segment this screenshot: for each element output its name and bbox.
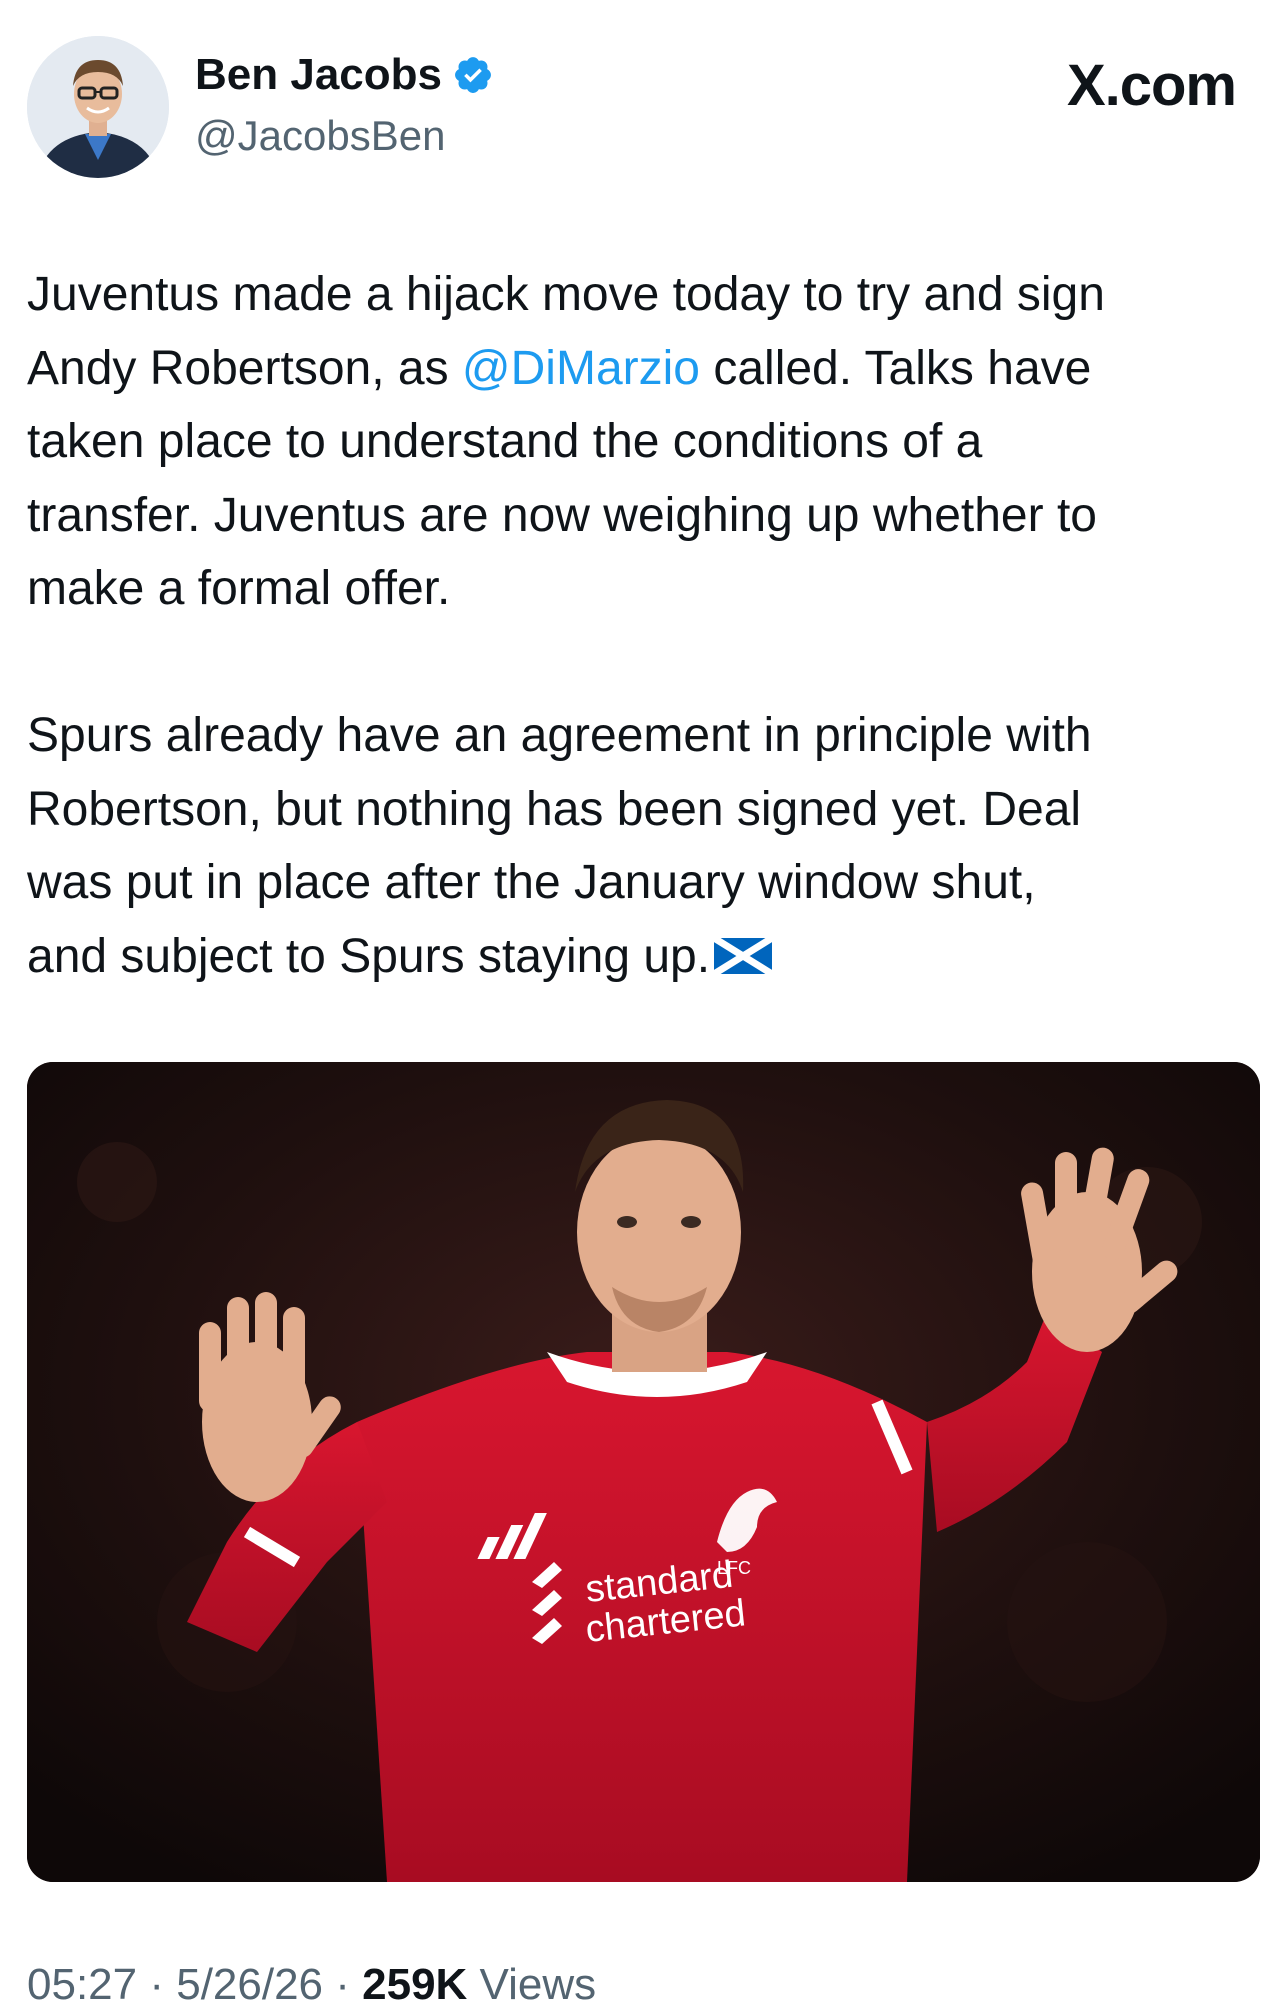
meta-separator: · xyxy=(323,1960,363,2009)
meta-separator: · xyxy=(137,1960,177,2009)
tweet-line: Andy Robertson, as @DiMarzio called. Tal… xyxy=(27,332,1267,406)
tweet-line-prefix: Andy Robertson, as xyxy=(27,341,462,395)
tweet-time[interactable]: 05:27 xyxy=(27,1960,137,2009)
player-photo: LFC standard chartered xyxy=(27,1062,1260,1882)
tweet-media-photo[interactable]: LFC standard chartered xyxy=(27,1062,1260,1882)
tweet-meta: 05:27 · 5/26/26 · 259K Views xyxy=(27,1960,596,2010)
tweet-line-suffix: called. Talks have xyxy=(713,341,1092,395)
tweet-line: transfer. Juventus are now weighing up w… xyxy=(27,488,1097,542)
tweet-line: and subject to Spurs staying up. xyxy=(27,920,1267,994)
avatar-image xyxy=(27,36,169,178)
avatar[interactable] xyxy=(27,36,169,178)
tweet-line: Robertson, but nothing has been signed y… xyxy=(27,782,1082,836)
tweet-line: was put in place after the January windo… xyxy=(27,856,1036,909)
views-label: Views xyxy=(467,1960,597,2009)
tweet-line: make a formal offer. xyxy=(27,562,451,615)
views-count: 259K xyxy=(362,1960,468,2009)
tweet-line: Juventus made a hijack move today to try… xyxy=(27,268,1105,321)
tweet-line: Spurs already have an agreement in princ… xyxy=(27,709,1092,762)
brand-logo: X.com xyxy=(1066,53,1237,118)
verified-badge-icon xyxy=(455,57,491,93)
tweet-line: taken place to understand the conditions… xyxy=(27,415,983,468)
author-name[interactable]: Ben Jacobs xyxy=(195,50,494,100)
scotland-flag-icon xyxy=(714,937,773,974)
author-handle[interactable]: @JacobsBen xyxy=(195,112,445,160)
tweet-text: Juventus made a hijack move today to try… xyxy=(27,258,1267,993)
mention-link[interactable]: @DiMarzio xyxy=(462,342,700,395)
tweet-date[interactable]: 5/26/26 xyxy=(176,1960,323,2009)
tweet-line-text: and subject to Spurs staying up. xyxy=(27,929,711,983)
author-name-text: Ben Jacobs xyxy=(195,50,442,99)
